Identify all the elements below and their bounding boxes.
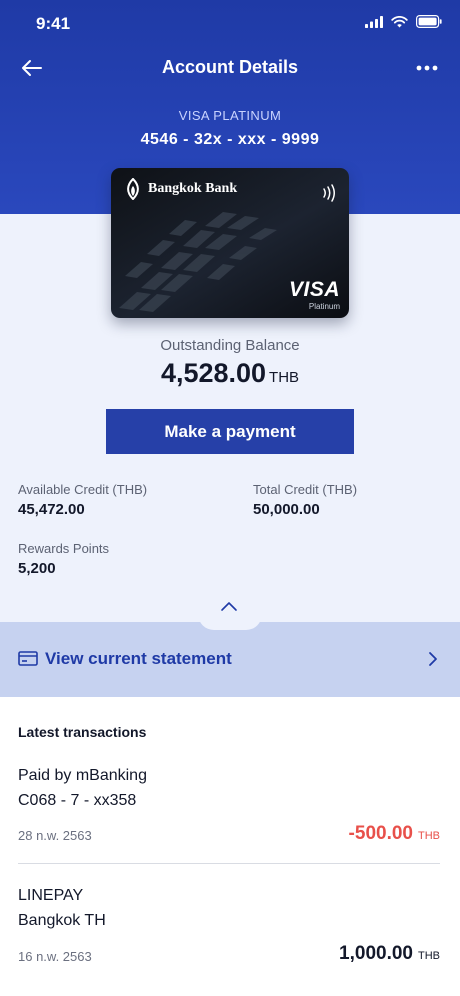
transaction-currency: THB bbox=[418, 950, 440, 962]
more-dots-icon bbox=[416, 65, 438, 71]
make-payment-button[interactable]: Make a payment bbox=[106, 409, 354, 454]
outstanding-balance: 4,528.00 THB bbox=[0, 358, 460, 389]
battery-icon bbox=[416, 15, 442, 28]
wifi-icon bbox=[391, 15, 408, 27]
available-credit-value: 45,472.00 bbox=[18, 501, 85, 518]
bank-name: Bangkok Bank bbox=[148, 181, 238, 196]
visa-logo: VISA bbox=[288, 278, 340, 301]
view-statement-button[interactable]: View current statement bbox=[0, 622, 460, 697]
status-time: 9:41 bbox=[36, 14, 71, 33]
chevron-up-icon[interactable] bbox=[219, 600, 239, 612]
card-number: 4546 - 32x - xxx - 9999 bbox=[140, 131, 320, 148]
transaction-date: 28 n.w. 2563 bbox=[18, 828, 92, 843]
transaction-amount: 1,000.00 THB bbox=[339, 943, 440, 965]
view-statement-label: View current statement bbox=[45, 649, 232, 668]
transaction-amount-value: -500.00 bbox=[348, 823, 413, 844]
navigation-bar: Account Details bbox=[0, 50, 460, 86]
transaction-date: 16 n.w. 2563 bbox=[18, 949, 92, 964]
contactless-icon bbox=[323, 184, 335, 202]
rewards-points-label: Rewards Points bbox=[18, 541, 110, 556]
transaction-description: LINEPAY bbox=[18, 887, 84, 904]
page-title: Account Details bbox=[161, 57, 299, 77]
rewards-points-value: 5,200 bbox=[18, 560, 56, 577]
more-options-button[interactable] bbox=[412, 54, 442, 82]
divider bbox=[18, 863, 440, 864]
transaction-reference: Bangkok TH bbox=[18, 912, 106, 929]
signal-icon bbox=[365, 15, 383, 28]
collapse-handle[interactable] bbox=[198, 614, 262, 630]
bank-logo: Bangkok Bank bbox=[123, 178, 237, 200]
credit-card-image: Bangkok Bank VISA Platinum bbox=[111, 168, 349, 318]
transaction-amount: -500.00 THB bbox=[349, 823, 440, 845]
transaction-amount-value: 1,000.00 bbox=[339, 943, 413, 964]
card-tier: Platinum bbox=[308, 302, 340, 311]
card-icon bbox=[18, 651, 38, 666]
transaction-currency: THB bbox=[418, 830, 440, 842]
balance-amount: 4,528.00 bbox=[160, 358, 267, 388]
transaction-reference: C068 - 7 - xx358 bbox=[18, 792, 137, 809]
available-credit-label: Available Credit (THB) bbox=[18, 482, 148, 497]
transactions-heading: Latest transactions bbox=[18, 724, 147, 740]
balance-currency: THB bbox=[269, 369, 300, 386]
total-credit-value: 50,000.00 bbox=[253, 501, 320, 518]
lotus-logo-icon bbox=[127, 178, 139, 200]
status-bar: 9:41 bbox=[0, 0, 460, 48]
card-type: VISA PLATINUM bbox=[178, 108, 282, 123]
status-icons bbox=[365, 15, 442, 28]
balance-label: Outstanding Balance bbox=[160, 337, 300, 354]
transaction-description: Paid by mBanking bbox=[18, 767, 147, 784]
chevron-right-icon bbox=[429, 652, 437, 666]
total-credit-label: Total Credit (THB) bbox=[253, 482, 358, 497]
